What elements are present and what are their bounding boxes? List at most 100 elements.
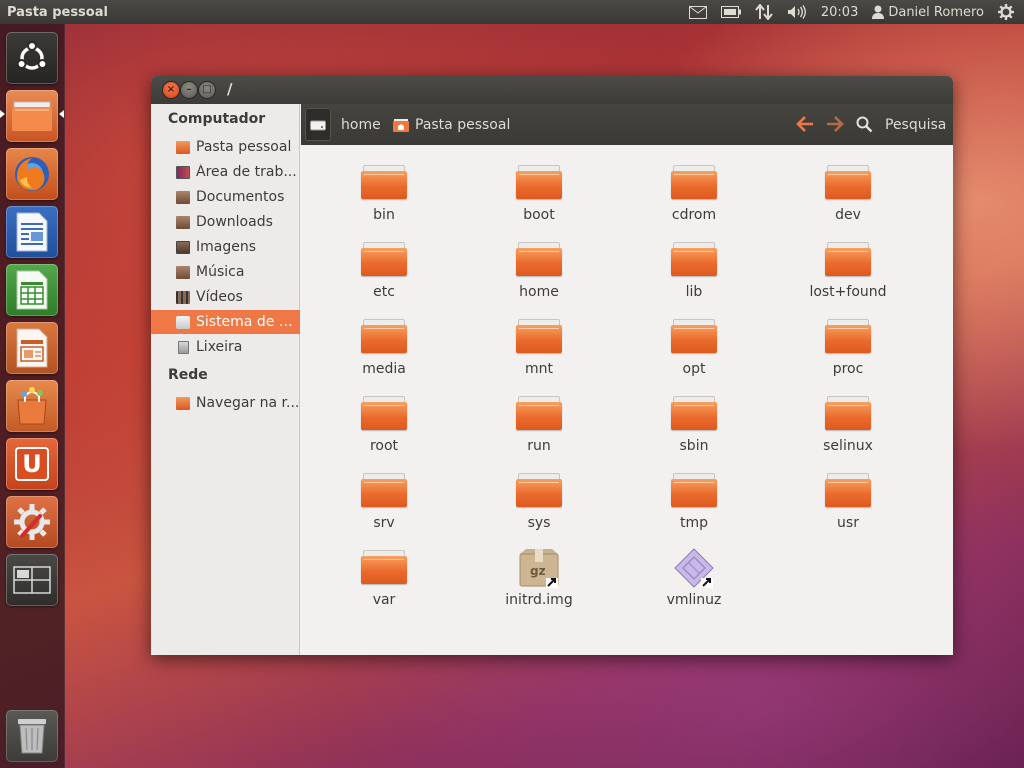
search-icon[interactable] xyxy=(856,116,873,136)
calc-launcher-button[interactable] xyxy=(6,264,58,316)
file-item[interactable]: home xyxy=(474,227,604,301)
archive-icon: gz xyxy=(516,548,562,588)
maximize-button[interactable]: □ xyxy=(199,82,215,98)
file-item[interactable]: etc xyxy=(319,227,449,301)
volume-icon[interactable] xyxy=(780,0,814,24)
file-item[interactable]: lib xyxy=(629,227,759,301)
software-center-launcher-button[interactable] xyxy=(6,380,58,432)
running-indicator xyxy=(0,110,5,118)
impress-icon xyxy=(15,328,49,368)
ubuntu-one-icon: U xyxy=(15,447,49,481)
arrow-right-icon[interactable] xyxy=(825,114,845,137)
file-item-label: var xyxy=(372,592,396,608)
folder-icon xyxy=(671,471,717,511)
file-item[interactable]: selinux xyxy=(783,381,913,455)
impress-launcher-button[interactable] xyxy=(6,322,58,374)
archive-badge: gz xyxy=(530,564,546,578)
arrow-left-icon[interactable] xyxy=(795,114,815,137)
sidebar-item-downloads[interactable]: Downloads xyxy=(151,210,300,234)
search-button[interactable]: Pesquisa xyxy=(885,104,946,145)
trash-launcher-button[interactable] xyxy=(6,710,58,762)
file-item[interactable]: media xyxy=(319,304,449,378)
file-item-label: selinux xyxy=(823,438,873,454)
folder-icon xyxy=(825,317,871,357)
sidebar-item-documents[interactable]: Documentos xyxy=(151,185,300,209)
file-item[interactable]: gz initrd.img xyxy=(474,535,604,609)
folder-icon xyxy=(361,317,407,357)
battery-icon[interactable] xyxy=(714,0,748,24)
file-item-label: vmlinuz xyxy=(666,592,722,608)
file-item[interactable]: var xyxy=(319,535,449,609)
sidebar-item-pictures[interactable]: Imagens xyxy=(151,235,300,259)
folder-icon xyxy=(361,240,407,280)
sidebar-item-desktop[interactable]: Área de trab... xyxy=(151,160,300,184)
folder-icon xyxy=(671,394,717,434)
file-item[interactable]: sys xyxy=(474,458,604,532)
file-item[interactable]: dev xyxy=(783,150,913,224)
ubuntu-logo-icon xyxy=(15,41,49,75)
file-item-label: media xyxy=(362,361,406,377)
folder-icon xyxy=(825,471,871,511)
network-icon[interactable] xyxy=(748,0,780,24)
close-button[interactable]: × xyxy=(163,82,179,98)
workspace-switcher-button[interactable] xyxy=(6,554,58,606)
focused-indicator xyxy=(59,110,64,118)
writer-launcher-button[interactable] xyxy=(6,206,58,258)
firefox-launcher-button[interactable] xyxy=(6,148,58,200)
trash-icon xyxy=(16,717,48,755)
file-item[interactable]: opt xyxy=(629,304,759,378)
file-item-label: proc xyxy=(832,361,864,377)
gear-icon[interactable] xyxy=(991,0,1024,24)
active-app-title: Pasta pessoal xyxy=(7,4,108,20)
file-item[interactable]: tmp xyxy=(629,458,759,532)
file-item[interactable]: bin xyxy=(319,150,449,224)
file-item-label: bin xyxy=(373,207,395,223)
sidebar-heading-network: Rede xyxy=(168,367,208,383)
folder-icon xyxy=(361,471,407,511)
sidebar-item-browse-network[interactable]: Navegar na r... xyxy=(151,391,300,415)
files-launcher-button[interactable] xyxy=(6,90,58,142)
sidebar-item-music[interactable]: Música xyxy=(151,260,300,284)
window-titlebar[interactable]: × – □ / xyxy=(151,76,953,104)
settings-launcher-button[interactable] xyxy=(6,496,58,548)
sidebar-heading-computer: Computador xyxy=(168,111,266,127)
ubuntu-one-launcher-button[interactable]: U xyxy=(6,438,58,490)
file-item[interactable]: cdrom xyxy=(629,150,759,224)
minimize-button[interactable]: – xyxy=(181,82,197,98)
sidebar-item-videos[interactable]: Vídeos xyxy=(151,285,300,309)
videos-icon xyxy=(176,290,190,304)
crumb-home[interactable]: home xyxy=(341,104,381,145)
file-item[interactable]: lost+found xyxy=(783,227,913,301)
sidebar-item-home[interactable]: Pasta pessoal xyxy=(151,135,300,159)
file-item[interactable]: sbin xyxy=(629,381,759,455)
file-item[interactable]: vmlinuz xyxy=(629,535,759,609)
user-menu[interactable]: Daniel Romero xyxy=(865,0,991,24)
calc-icon xyxy=(15,270,49,310)
file-item[interactable]: usr xyxy=(783,458,913,532)
indicator-area: 20:03 Daniel Romero xyxy=(682,0,1024,24)
folder-icon xyxy=(516,471,562,511)
file-item-label: mnt xyxy=(525,361,553,377)
sidebar-item-label: Documentos xyxy=(196,189,285,205)
crumb-label: Pasta pessoal xyxy=(415,116,511,133)
crumb-pasta-pessoal[interactable]: Pasta pessoal xyxy=(393,104,510,145)
ubuntu-dash-button[interactable] xyxy=(6,32,58,84)
file-item-label: usr xyxy=(837,515,859,531)
file-item[interactable]: run xyxy=(474,381,604,455)
network-folder-icon xyxy=(176,396,190,410)
root-crumb-button[interactable] xyxy=(305,108,331,141)
location-toolbar: home Pasta pessoal Pesquisa xyxy=(301,104,953,145)
file-item[interactable]: proc xyxy=(783,304,913,378)
sidebar-item-label: Navegar na r... xyxy=(196,395,300,411)
file-item[interactable]: root xyxy=(319,381,449,455)
clock[interactable]: 20:03 xyxy=(814,0,865,24)
file-item[interactable]: srv xyxy=(319,458,449,532)
sidebar-item-label: Downloads xyxy=(196,214,273,230)
file-item-label: etc xyxy=(373,284,395,300)
folder-icon xyxy=(671,240,717,280)
sidebar-item-trash[interactable]: Lixeira xyxy=(151,335,300,359)
file-item[interactable]: boot xyxy=(474,150,604,224)
file-item[interactable]: mnt xyxy=(474,304,604,378)
mail-icon[interactable] xyxy=(682,0,714,24)
sidebar-item-filesystem[interactable]: Sistema de a... xyxy=(151,310,300,334)
